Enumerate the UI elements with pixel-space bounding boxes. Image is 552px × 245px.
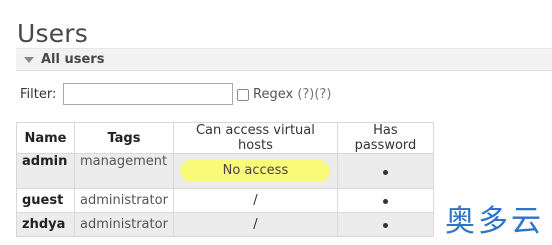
- user-tags: administrator: [74, 212, 174, 237]
- regex-label: Regex (?)(?): [253, 87, 331, 102]
- user-name-link[interactable]: guest: [16, 188, 75, 213]
- has-password-cell: [336, 212, 434, 237]
- has-password-cell: [336, 188, 434, 213]
- regex-help-links[interactable]: (?)(?): [297, 87, 331, 102]
- table-row[interactable]: guest administrator /: [16, 188, 434, 213]
- table-row[interactable]: zhdya administrator /: [16, 212, 434, 237]
- regex-text: Regex: [253, 87, 294, 102]
- vhosts-cell: /: [172, 188, 338, 213]
- has-password-cell: [336, 153, 434, 189]
- column-header-name[interactable]: Name: [16, 122, 75, 154]
- filter-input[interactable]: [63, 83, 233, 105]
- all-users-section-header[interactable]: All users: [16, 48, 552, 71]
- column-header-tags[interactable]: Tags: [74, 122, 174, 154]
- table-header-row: Name Tags Can access virtual hosts Has p…: [16, 122, 434, 154]
- collapse-arrow-icon[interactable]: [24, 57, 34, 63]
- password-set-dot-icon: [382, 223, 388, 228]
- table-row[interactable]: admin management No access: [16, 153, 434, 189]
- users-table: Name Tags Can access virtual hosts Has p…: [16, 122, 434, 237]
- section-title[interactable]: All users: [41, 52, 104, 67]
- user-name-link[interactable]: zhdya: [16, 212, 75, 237]
- user-name-link[interactable]: admin: [16, 153, 75, 189]
- column-header-has-password: Has password: [336, 122, 434, 154]
- filter-label: Filter:: [20, 87, 57, 102]
- user-tags: administrator: [74, 188, 174, 213]
- column-header-vhosts: Can access virtual hosts: [172, 122, 338, 154]
- user-tags: management: [74, 153, 174, 189]
- regex-checkbox[interactable]: [237, 89, 249, 101]
- page-title: Users: [17, 18, 89, 48]
- password-set-dot-icon: [382, 169, 388, 175]
- password-set-dot-icon: [382, 199, 388, 204]
- vhosts-cell: No access: [172, 153, 338, 189]
- vhosts-cell: /: [172, 212, 338, 237]
- watermark-logo: 奥多云: [445, 204, 544, 239]
- no-access-badge: No access: [180, 160, 331, 182]
